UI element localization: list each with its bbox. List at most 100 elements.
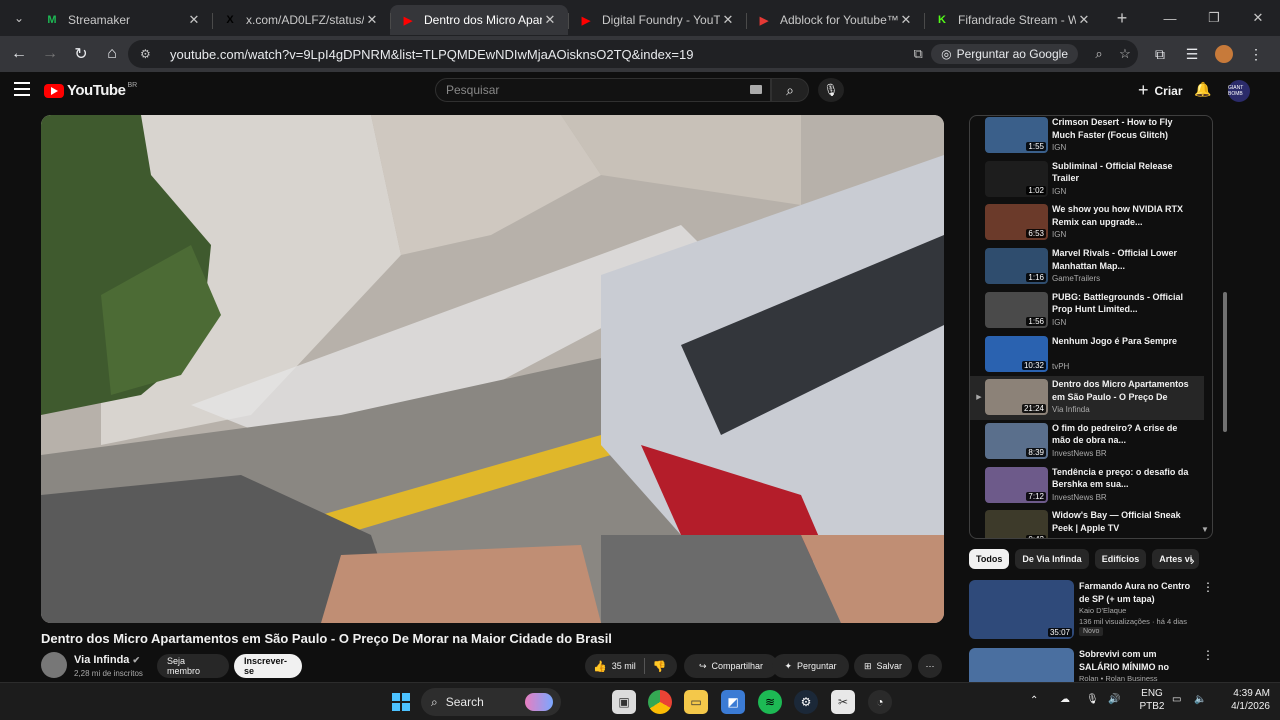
browser-tab[interactable]: ▶ Dentro dos Micro Apartam✕ <box>390 5 568 35</box>
playlist-item-title[interactable]: Widow's Bay — Official Sneak Peek | Appl… <box>1052 509 1192 534</box>
app-icon[interactable]: ◔ <box>868 690 892 714</box>
search-button[interactable]: ⌕ <box>771 78 809 102</box>
playlist-item[interactable]: 1:55 Crimson Desert - How to Fly Much Fa… <box>970 116 1204 158</box>
playlist-item-channel[interactable]: Via Infinda <box>1052 405 1090 414</box>
speaker-icon[interactable]: 🔈 <box>1194 693 1206 706</box>
close-window-button[interactable]: ✕ <box>1236 0 1280 36</box>
new-tab-button[interactable]: + <box>1108 8 1136 29</box>
playlist-item-title[interactable]: Dentro dos Micro Apartamentos em São Pau… <box>1052 378 1192 403</box>
playlist-item-channel[interactable]: GameTrailers <box>1052 274 1100 283</box>
display-icon[interactable]: ▭ <box>1172 693 1181 706</box>
language-indicator[interactable]: ENG PTB2 <box>1137 687 1167 713</box>
related-title[interactable]: Sobrevivi com um SALÁRIO MÍNIMO no BRASI… <box>1079 648 1197 673</box>
share-button[interactable]: ↪ Compartilhar <box>684 654 778 678</box>
bookmark-star-icon[interactable]: ☆ <box>1112 46 1138 62</box>
home-button[interactable]: ⌂ <box>97 39 127 69</box>
taskbar-search[interactable]: ⌕ Search <box>421 688 561 716</box>
related-thumbnail[interactable]: 35:07 <box>969 580 1074 639</box>
playlist-item[interactable]: 8:39 O fim do pedreiro? A crise de mão d… <box>970 420 1204 464</box>
playlist-item-channel[interactable]: tvPH <box>1052 362 1069 371</box>
network-app-icon[interactable]: ☁ <box>1060 693 1070 706</box>
playlist-item[interactable]: 1:16 Marvel Rivals - Official Lower Manh… <box>970 245 1204 289</box>
steam-icon[interactable]: ⚙ <box>794 690 818 714</box>
browser-tab[interactable]: K Fifandrade Stream - Watch✕ <box>924 5 1102 35</box>
playlist-item[interactable]: 6:53 We show you how NVIDIA RTX Remix ca… <box>970 201 1204 245</box>
start-button[interactable] <box>389 690 413 714</box>
filter-chip[interactable]: Edifícios <box>1094 549 1147 569</box>
related-title[interactable]: Farmando Aura no Centro de SP (+ um tapa… <box>1079 580 1197 605</box>
playlist-thumbnail[interactable]: 1:56 <box>985 291 1048 328</box>
playlist-item-channel[interactable]: IGN <box>1052 143 1066 152</box>
menu-kebab-icon[interactable]: ⋮ <box>1240 40 1272 68</box>
related-video[interactable]: 35:07 Farmando Aura no Centro de SP (+ u… <box>969 580 1214 642</box>
video-player[interactable] <box>41 115 944 623</box>
file-explorer-icon[interactable]: ▭ <box>684 690 708 714</box>
playlist-item[interactable]: 1:56 PUBG: Battlegrounds - Official Prop… <box>970 289 1204 333</box>
playlist-item-channel[interactable]: InvestNews BR <box>1052 449 1107 458</box>
volume-icon[interactable]: 🔊 <box>1108 693 1120 706</box>
spotify-icon[interactable]: ≋ <box>758 690 782 714</box>
join-button[interactable]: Seja membro <box>157 654 229 678</box>
playlist-item-channel[interactable]: IGN <box>1052 187 1066 196</box>
snipping-tool-icon[interactable]: ✂ <box>831 690 855 714</box>
extensions-icon[interactable]: ⧉ <box>1144 40 1176 68</box>
mic-tray-icon[interactable]: 🎙 <box>1086 693 1099 706</box>
zoom-icon[interactable]: ⌕ <box>1086 46 1112 62</box>
forward-button[interactable]: → <box>35 39 65 69</box>
tab-close-icon[interactable]: ✕ <box>186 12 202 28</box>
playlist-item-title[interactable]: Nenhum Jogo é Para Sempre <box>1052 335 1192 348</box>
dislike-button[interactable]: 👎 <box>653 660 667 673</box>
playlist-item[interactable]: 10:32 Nenhum Jogo é Para Sempre tvPH <box>970 333 1204 377</box>
browser-tab[interactable]: M Streamaker ✕ <box>34 5 212 35</box>
ask-google-button[interactable]: ◎ Perguntar ao Google <box>931 44 1078 64</box>
more-actions-button[interactable]: ⋯ <box>918 654 942 678</box>
tray-overflow-icon[interactable]: ⌃ <box>1030 694 1038 707</box>
playlist-item-channel[interactable]: InvestNews BR <box>1052 493 1107 502</box>
more-options-icon[interactable]: ⋮ <box>1202 580 1214 594</box>
reading-list-icon[interactable]: ☰ <box>1176 40 1208 68</box>
url-text[interactable]: youtube.com/watch?v=9LpI4gDPNRM&list=TLP… <box>170 47 905 62</box>
clock[interactable]: 4:39 AM 4/1/2026 <box>1218 687 1270 713</box>
playlist-item[interactable]: 0:42 Widow's Bay — Official Sneak Peek |… <box>970 507 1204 538</box>
scrollbar-thumb[interactable] <box>1223 292 1227 432</box>
playlist-thumbnail[interactable]: 8:39 <box>985 422 1048 459</box>
tab-close-icon[interactable]: ✕ <box>364 12 380 28</box>
playlist-item[interactable]: 7:12 Tendência e preço: o desafio da Ber… <box>970 464 1204 508</box>
chrome-icon[interactable] <box>648 690 672 714</box>
menu-icon[interactable] <box>14 82 30 96</box>
search-input[interactable]: Pesquisar <box>435 78 771 102</box>
ask-button[interactable]: ✦ Perguntar <box>772 654 849 678</box>
playlist-item-channel[interactable]: IGN <box>1052 230 1066 239</box>
filter-chip[interactable]: De Via Infinda <box>1015 549 1089 569</box>
youtube-logo[interactable]: YouTube BR <box>44 82 137 99</box>
playlist-thumbnail[interactable]: 0:42 <box>985 510 1048 538</box>
account-avatar[interactable]: GIANT BOMB <box>1228 80 1250 102</box>
playlist-thumbnail[interactable]: 1:55 <box>985 117 1048 153</box>
keyboard-icon[interactable] <box>750 85 762 94</box>
reload-button[interactable]: ↻ <box>66 39 96 69</box>
save-button[interactable]: ⊞ Salvar <box>854 654 912 678</box>
back-button[interactable]: ← <box>4 39 34 69</box>
subscribe-button[interactable]: Inscrever-se <box>234 654 302 678</box>
more-options-icon[interactable]: ⋮ <box>1202 648 1214 662</box>
address-bar[interactable]: ⚙ youtube.com/watch?v=9LpI4gDPNRM&list=T… <box>128 40 1138 68</box>
filter-chip[interactable]: Todos <box>969 549 1010 569</box>
playlist-item-title[interactable]: O fim do pedreiro? A crise de mão de obr… <box>1052 422 1192 447</box>
chips-next-icon[interactable]: › <box>1190 552 1195 568</box>
playlist-item[interactable]: ▶ 21:24 Dentro dos Micro Apartamentos em… <box>970 376 1204 421</box>
playlist-thumbnail[interactable]: 21:24 <box>985 379 1048 416</box>
tab-close-icon[interactable]: ✕ <box>1076 12 1092 28</box>
voice-search-button[interactable]: 🎙 <box>818 78 844 102</box>
playlist-thumbnail[interactable]: 10:32 <box>985 335 1048 372</box>
channel-name[interactable]: Via Infinda ✔ <box>74 654 140 666</box>
install-app-icon[interactable]: ⧉ <box>905 46 931 62</box>
browser-tab[interactable]: Xx.com/AD0LFZ/status/2038✕ <box>212 5 390 35</box>
playlist-item-title[interactable]: We show you how NVIDIA RTX Remix can upg… <box>1052 203 1192 228</box>
playlist-item-title[interactable]: Tendência e preço: o desafio da Bershka … <box>1052 466 1192 491</box>
channel-avatar[interactable] <box>41 652 67 678</box>
scroll-down-icon[interactable]: ▼ <box>1201 525 1209 534</box>
related-channel[interactable]: Kaio D'Elaque <box>1079 606 1126 615</box>
playlist-item-title[interactable]: PUBG: Battlegrounds - Official Prop Hunt… <box>1052 291 1192 316</box>
browser-tab[interactable]: ▶ Digital Foundry - YouTube✕ <box>568 5 746 35</box>
playlist-item-channel[interactable]: IGN <box>1052 318 1066 327</box>
